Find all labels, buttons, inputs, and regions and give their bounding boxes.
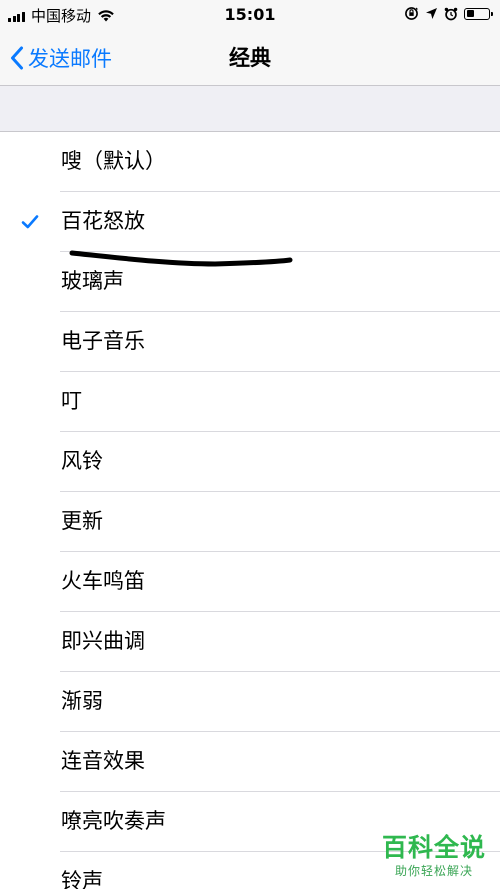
tone-label: 铃声 (61, 869, 103, 889)
tone-label: 火车鸣笛 (61, 569, 145, 593)
orientation-lock-icon (405, 7, 419, 20)
screen: 中国移动 15:01 发送邮件 经典 嗖（默认） 百花怒放 玻璃声 电子音乐 叮… (0, 0, 500, 889)
battery-level (466, 10, 474, 17)
tone-label: 玻璃声 (61, 269, 124, 293)
watermark-subtitle: 助你轻松解决 (394, 864, 473, 878)
tone-row[interactable]: 连音效果 (0, 732, 500, 792)
location-arrow-icon (426, 8, 437, 19)
tone-row[interactable]: 渐弱 (0, 672, 500, 732)
watermark-title: 百科全说 (381, 833, 486, 862)
tone-row[interactable]: 更新 (0, 492, 500, 552)
tone-label: 百花怒放 (61, 209, 145, 233)
tone-row[interactable]: 玻璃声 (0, 252, 500, 312)
status-right (398, 6, 493, 21)
alarm-clock-icon (444, 7, 458, 20)
watermark-logo: 百科全说 助你轻松解决 (382, 833, 486, 879)
tone-row[interactable]: 风铃 (0, 432, 500, 492)
status-bar: 中国移动 15:01 (0, 0, 500, 30)
battery-icon (464, 7, 493, 20)
page-title: 经典 (229, 46, 271, 70)
navigation-bar: 发送邮件 经典 (0, 30, 500, 86)
tone-row[interactable]: 即兴曲调 (0, 612, 500, 672)
tone-label: 渐弱 (61, 689, 103, 713)
tone-row[interactable]: 嗖（默认） (0, 132, 500, 192)
section-header-spacer (0, 86, 500, 132)
tone-row[interactable]: 电子音乐 (0, 312, 500, 372)
tone-label: 更新 (61, 509, 103, 533)
tone-row[interactable]: 火车鸣笛 (0, 552, 500, 612)
tone-label: 连音效果 (61, 749, 145, 773)
tone-row[interactable]: 百花怒放 (0, 192, 500, 252)
tone-list: 嗖（默认） 百花怒放玻璃声电子音乐叮风铃更新火车鸣笛即兴曲调渐弱连音效果嘹亮吹奏声… (0, 132, 500, 889)
checkmark-icon (21, 215, 39, 229)
tone-label: 风铃 (61, 449, 103, 473)
tone-label: 嘹亮吹奏声 (61, 809, 166, 833)
tone-label: 即兴曲调 (61, 629, 145, 653)
tone-label: 电子音乐 (61, 329, 145, 353)
tone-row[interactable]: 叮 (0, 372, 500, 432)
tone-label: 叮 (61, 389, 82, 413)
tone-label: 嗖（默认） (61, 149, 166, 173)
